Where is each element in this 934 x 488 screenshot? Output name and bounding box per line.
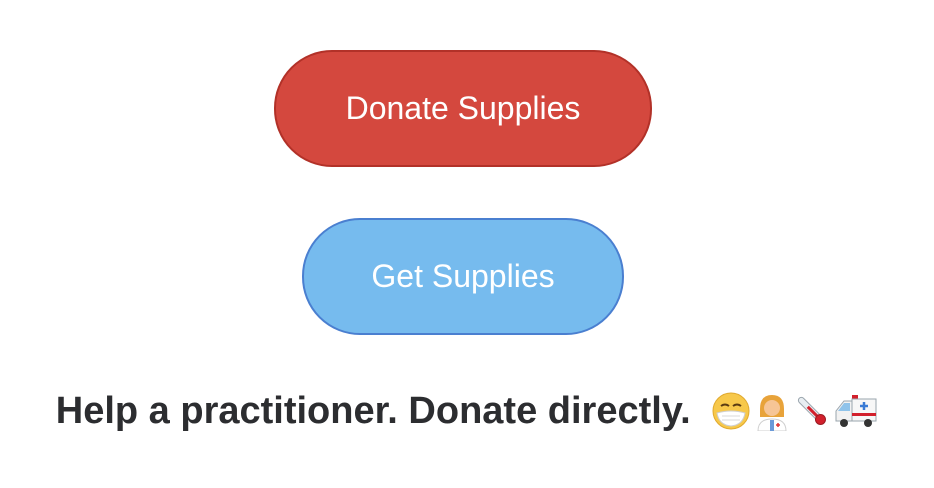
get-supplies-button[interactable]: Get Supplies	[302, 218, 624, 335]
page: Donate Supplies Get Supplies Help a prac…	[0, 0, 934, 488]
donate-supplies-button[interactable]: Donate Supplies	[274, 50, 652, 167]
ambulance-icon	[834, 391, 878, 431]
tagline: Help a practitioner. Donate directly.	[0, 390, 934, 433]
face-with-medical-mask-icon	[711, 391, 751, 431]
tagline-text: Help a practitioner. Donate directly.	[55, 390, 691, 432]
health-worker-icon	[754, 391, 790, 431]
donate-supplies-label: Donate Supplies	[345, 90, 581, 126]
thermometer-icon	[793, 391, 831, 431]
get-supplies-label: Get Supplies	[371, 258, 555, 294]
emoji-row	[711, 391, 878, 431]
